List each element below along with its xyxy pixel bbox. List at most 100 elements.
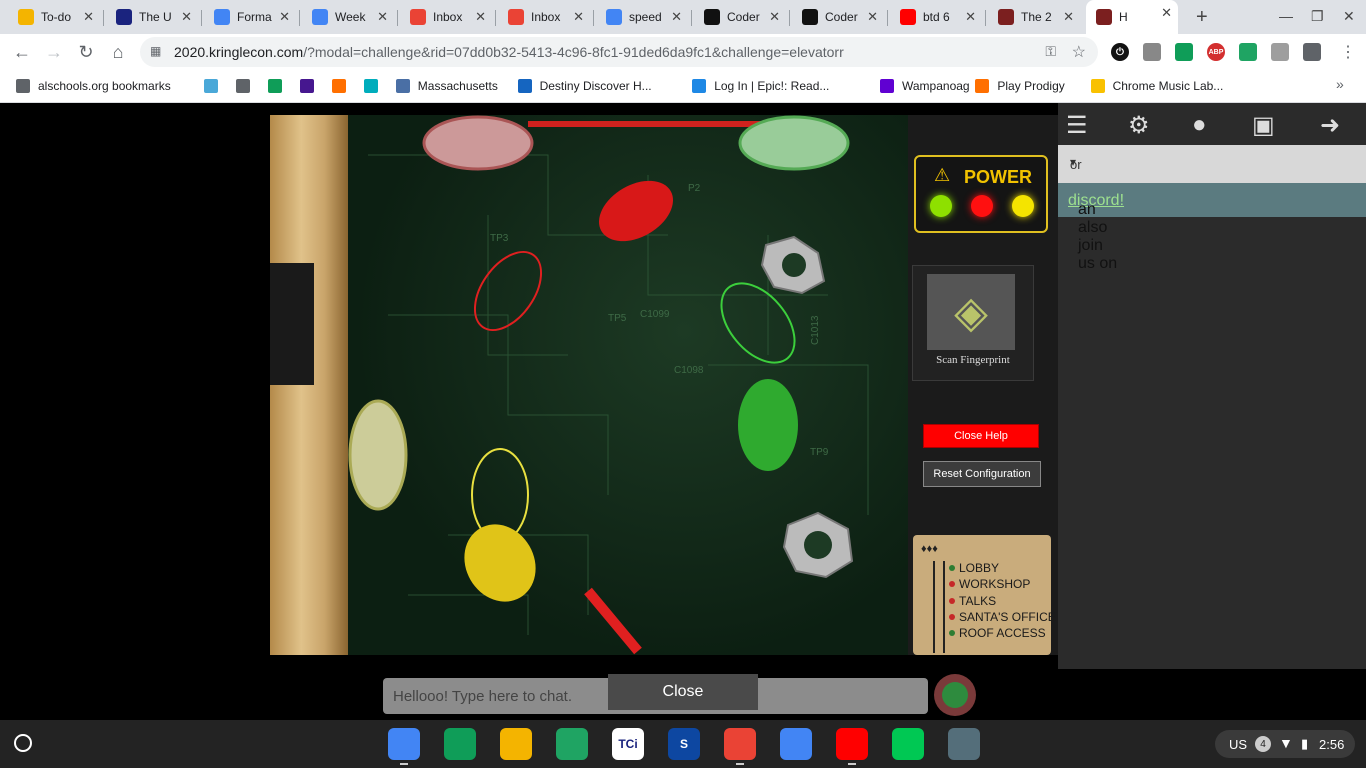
address-bar[interactable]: ▦ 2020.kringlecon.com/?modal=challenge&r…: [140, 37, 1098, 67]
floor-dot: [949, 598, 955, 604]
bookmark-11[interactable]: Play Prodigy: [975, 77, 1065, 95]
home-icon[interactable]: ⌂: [106, 40, 130, 64]
kahoot-icon: [299, 79, 314, 93]
tab-7[interactable]: Coder ✕: [694, 4, 786, 30]
badge-icon[interactable]: ▣: [1252, 111, 1275, 140]
tab-6[interactable]: speed ✕: [596, 4, 688, 30]
tab-2[interactable]: Forma ✕: [204, 4, 296, 30]
puzzle-icon[interactable]: [1303, 43, 1321, 61]
power-extension-icon[interactable]: ⏻: [1111, 43, 1129, 61]
close-modal-button[interactable]: Close: [608, 674, 758, 710]
system-tray[interactable]: US 4 ▼ ▮ 2:56: [1215, 730, 1355, 758]
close-tab-icon[interactable]: ✕: [1063, 9, 1074, 25]
red-socket[interactable]: [422, 115, 534, 171]
bookmark-8[interactable]: Destiny Discover H...: [517, 77, 652, 95]
drive-icon[interactable]: [556, 728, 588, 760]
bookmark-1[interactable]: [203, 77, 226, 95]
close-tab-icon[interactable]: ✕: [1161, 5, 1172, 21]
playstore-icon[interactable]: [892, 728, 924, 760]
floor-santas-office: SANTA'S OFFICE: [959, 610, 1056, 624]
forward-icon[interactable]: →: [42, 40, 66, 64]
tci-icon[interactable]: TCi: [612, 728, 644, 760]
bookmark-12[interactable]: Chrome Music Lab...: [1090, 77, 1224, 95]
restore-icon[interactable]: ❐: [1311, 8, 1324, 25]
close-tab-icon[interactable]: ✕: [83, 9, 94, 25]
t-icon: [203, 79, 218, 93]
background-select[interactable]: or ▾: [1058, 145, 1366, 183]
yellow-socket[interactable]: [348, 399, 408, 511]
close-tab-icon[interactable]: ✕: [475, 9, 486, 25]
chrome-icon[interactable]: [388, 728, 420, 760]
tab-9[interactable]: btd 6 ✕: [890, 4, 982, 30]
close-window-icon[interactable]: ✕: [1343, 8, 1355, 25]
youtube-icon[interactable]: [836, 728, 868, 760]
classroom-icon[interactable]: [444, 728, 476, 760]
drive-extension-icon[interactable]: [1239, 43, 1257, 61]
close-tab-icon[interactable]: ✕: [671, 9, 682, 25]
bookmark-7[interactable]: Massachusetts: [395, 77, 498, 95]
tab-0[interactable]: To-do ✕: [8, 4, 100, 30]
close-help-button[interactable]: Close Help: [923, 424, 1039, 448]
green-socket[interactable]: [738, 115, 850, 171]
key-icon[interactable]: ⚿: [1045, 43, 1056, 60]
board-label-c1098: C1098: [674, 365, 704, 376]
logout-icon[interactable]: ➜: [1320, 111, 1340, 140]
bookmark-2[interactable]: [235, 77, 258, 95]
tab-title: Forma: [237, 10, 272, 24]
tab-5[interactable]: Inbox ✕: [498, 4, 590, 30]
menu-icon[interactable]: ☰: [1066, 111, 1088, 140]
tab-11[interactable]: H ✕: [1086, 0, 1178, 34]
close-tab-icon[interactable]: ✕: [867, 9, 878, 25]
back-icon[interactable]: ←: [10, 40, 34, 64]
bookmarks-overflow-icon[interactable]: »: [1336, 76, 1344, 92]
clock: 2:56: [1319, 737, 1345, 752]
yellow-bulb-lit[interactable]: [451, 511, 550, 614]
close-tab-icon[interactable]: ✕: [181, 9, 192, 25]
adblock-icon[interactable]: ABP: [1207, 43, 1225, 61]
docs-icon[interactable]: [780, 728, 812, 760]
reset-configuration-button[interactable]: Reset Configuration: [923, 461, 1041, 487]
close-tab-icon[interactable]: ✕: [965, 9, 976, 25]
s-icon[interactable]: S: [668, 728, 700, 760]
avatar[interactable]: [934, 674, 976, 716]
site-info-icon[interactable]: ▦: [150, 44, 161, 58]
bookmark-3[interactable]: [267, 77, 290, 95]
power-led-yellow: [1012, 195, 1034, 217]
candy-cane[interactable]: [584, 587, 642, 655]
close-tab-icon[interactable]: ✕: [769, 9, 780, 25]
bookmark-5[interactable]: [331, 77, 354, 95]
gmail-icon[interactable]: [724, 728, 756, 760]
close-tab-icon[interactable]: ✕: [377, 9, 388, 25]
close-tab-icon[interactable]: ✕: [279, 9, 290, 25]
close-tab-icon[interactable]: ✕: [573, 9, 584, 25]
yahoo-icon: [880, 79, 894, 93]
tab-1[interactable]: The U ✕: [106, 4, 198, 30]
profile-icon[interactable]: ●: [1192, 111, 1207, 139]
red-bulb-outline[interactable]: [461, 240, 554, 342]
tab-10[interactable]: The 2 ✕: [988, 4, 1080, 30]
fingerprint-scanner[interactable]: ◈ Scan Fingerprint: [912, 265, 1034, 381]
tab-4[interactable]: Inbox ✕: [400, 4, 492, 30]
red-bulb-lit[interactable]: [588, 168, 683, 253]
tab-8[interactable]: Coder ✕: [792, 4, 884, 30]
new-tab-button[interactable]: +: [1196, 6, 1208, 29]
gear-extension-icon[interactable]: [1271, 43, 1289, 61]
bookmark-10[interactable]: Wampanoag: [880, 77, 970, 95]
tab-3[interactable]: Week ✕: [302, 4, 394, 30]
launcher-icon[interactable]: [14, 734, 32, 752]
bookmark-label: Chrome Music Lab...: [1112, 79, 1224, 93]
bookmark-9[interactable]: Log In | Epic!: Read...: [692, 77, 829, 95]
slides-icon[interactable]: [500, 728, 532, 760]
kebab-menu-icon[interactable]: ⋮: [1340, 42, 1356, 62]
bookmark-0[interactable]: alschools.org bookmarks: [16, 77, 171, 95]
bookmark-star-icon[interactable]: ☆: [1072, 42, 1086, 62]
bookmark-4[interactable]: [299, 77, 322, 95]
camera-icon[interactable]: [948, 728, 980, 760]
extension-icon[interactable]: [1143, 43, 1161, 61]
green-bulb-lit[interactable]: [738, 379, 798, 471]
bookmark-6[interactable]: [363, 77, 386, 95]
settings-gear-icon[interactable]: ⚙: [1128, 111, 1150, 140]
minimize-icon[interactable]: —: [1279, 8, 1293, 24]
reload-icon[interactable]: ↻: [74, 40, 98, 64]
classroom-extension-icon[interactable]: [1175, 43, 1193, 61]
